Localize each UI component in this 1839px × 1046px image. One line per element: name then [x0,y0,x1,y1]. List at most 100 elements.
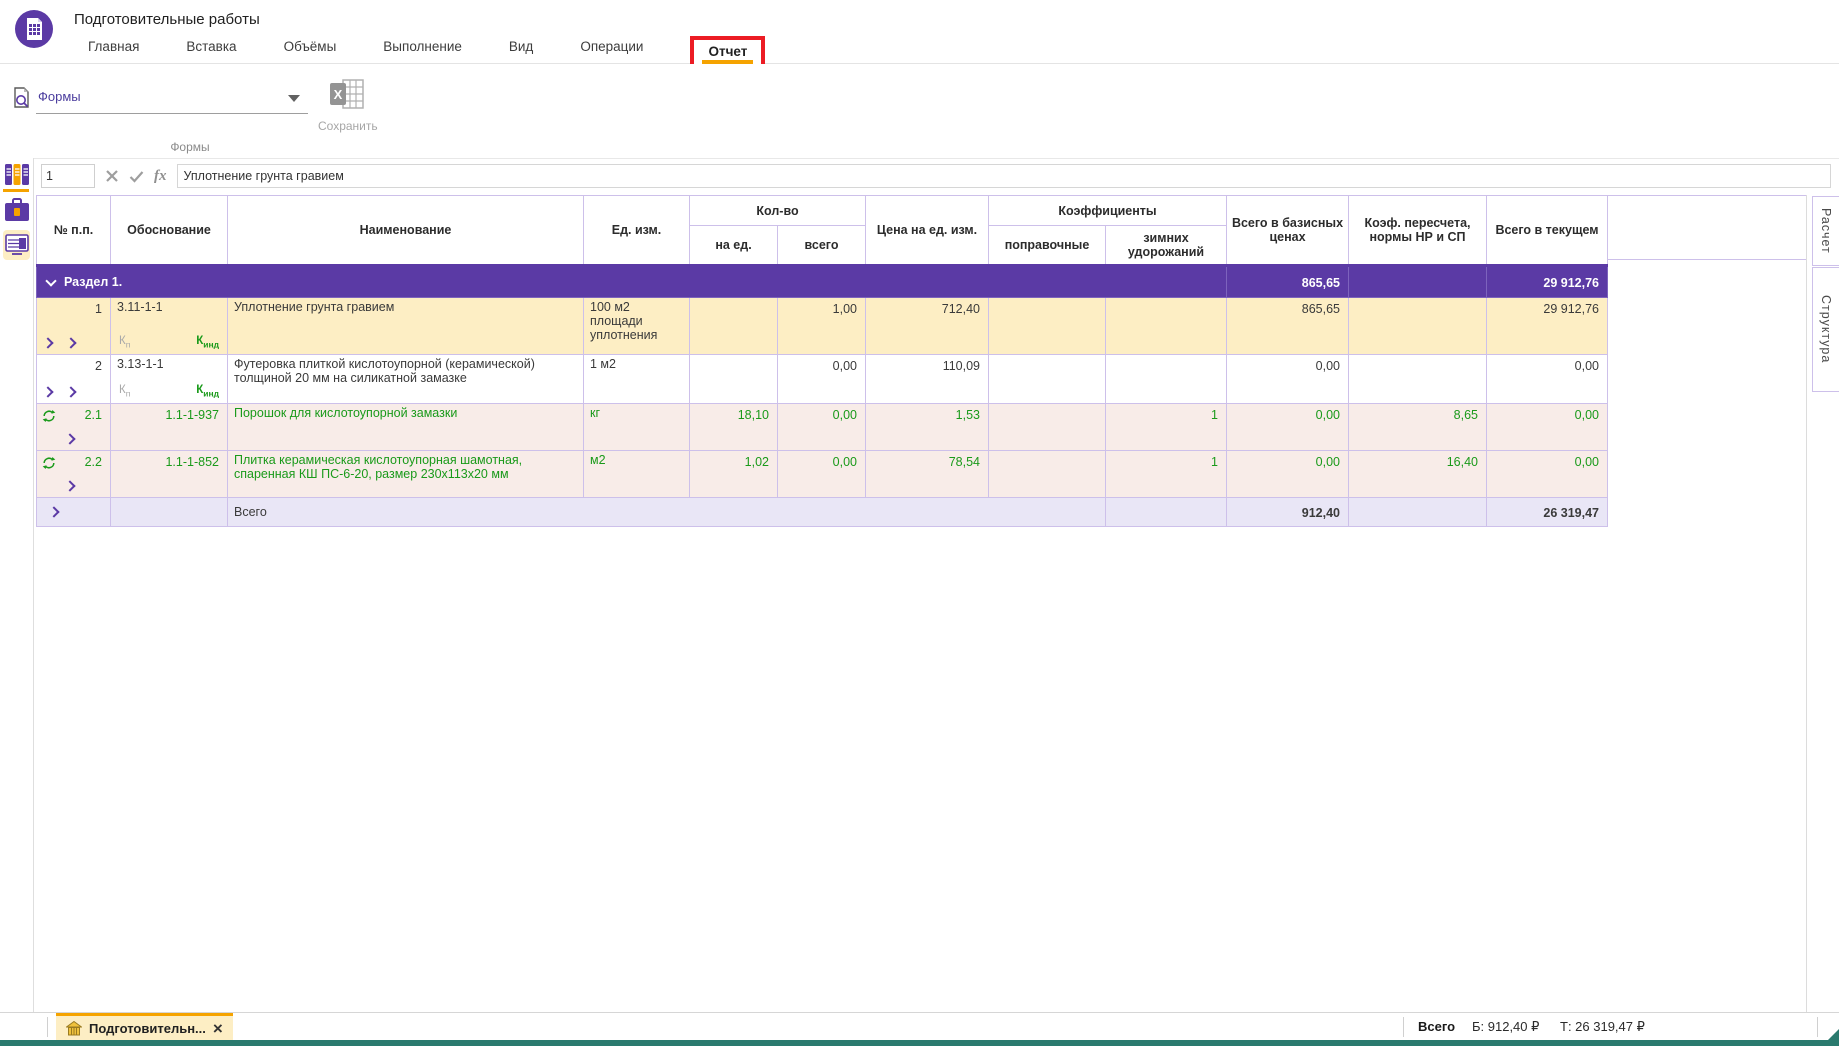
title-bar: Подготовительные работы Главная Вставка … [0,0,1839,64]
total-row[interactable]: Всего 912,40 26 319,47 [37,498,1608,527]
expand-icon[interactable] [42,337,53,348]
row-code: 3.11-1-1 [117,300,221,314]
basis-grand-total: Б: 912,40 ₽ [1472,1019,1539,1035]
forms-dropdown[interactable]: Формы [12,86,308,114]
excel-icon: X [329,78,365,110]
toolbar: Формы X Сохранить Формы [0,64,1839,159]
expand-icon[interactable] [65,337,76,348]
document-title: Подготовительные работы [74,11,260,28]
rail-active-indicator [3,189,29,192]
footer-bar [0,1040,1839,1046]
row-number: 2 [95,359,102,373]
cancel-icon[interactable] [105,169,119,183]
header-empty-extension [1607,195,1807,260]
expand-icon[interactable] [64,480,75,491]
row-number: 2.2 [85,455,102,469]
col-header-qty-group: Кол-во [690,196,866,226]
col-header-qty-total: всего [778,226,866,266]
table-row[interactable]: 2 3.13-1-1 Кп Кинд Футеровка плиткой кис… [37,355,1608,404]
document-tab[interactable]: Подготовительн... × [56,1013,233,1041]
function-icon[interactable]: fx [154,168,167,185]
total-current: 26 319,47 [1487,498,1608,527]
table-row[interactable]: 1 3.11-1-1 Кп Кинд Уплотнение грунта гра… [37,298,1608,355]
briefcase-panel-icon[interactable] [3,198,30,229]
kp-coef-label[interactable]: Кп [119,384,130,398]
document-tab-label: Подготовительн... [89,1021,206,1036]
row-name: Порошок для кислотоупорной замазки [228,404,584,451]
report-view-icon[interactable] [3,230,30,260]
side-tab-structure[interactable]: Структура [1812,267,1839,392]
tab-vstavka[interactable]: Вставка [186,39,236,63]
col-header-basis: Всего в базисных ценах [1227,196,1349,266]
col-header-coef-group: Коэффициенты [989,196,1227,226]
home-icon [66,1021,82,1036]
expand-icon[interactable] [64,433,75,444]
formula-input[interactable]: Уплотнение грунта гравием [177,164,1832,188]
side-tab-calculation[interactable]: Расчет [1812,196,1839,266]
svg-text:X: X [334,87,343,102]
form-preview-icon [12,87,32,109]
col-header-current: Всего в текущем [1487,196,1608,266]
expand-icon[interactable] [42,386,53,397]
resize-corner[interactable] [1828,1029,1839,1040]
row-unit: 100 м2 площади уплотнения [584,298,690,355]
kind-coef-label[interactable]: Кинд [196,335,219,349]
ribbon-tabs: Главная Вставка Объёмы Выполнение Вид Оп… [88,33,765,63]
tab-obyomy[interactable]: Объёмы [284,39,337,63]
confirm-icon[interactable] [129,170,144,183]
formula-bar: 1 fx Уплотнение грунта гравием [33,158,1839,194]
documents-panel-icon[interactable] [3,162,30,192]
forms-dropdown-value: Формы [38,89,81,104]
cell-reference-input[interactable]: 1 [41,164,95,188]
row-unit: м2 [584,451,690,498]
section-label: Раздел 1. [64,275,122,289]
current-grand-total: Т: 26 319,47 ₽ [1560,1019,1645,1035]
col-header-code: Обоснование [111,196,228,266]
status-bar: Подготовительн... × Всего Б: 912,40 ₽ Т:… [0,1012,1839,1041]
close-icon[interactable]: × [213,1020,223,1037]
expand-icon[interactable] [48,506,59,517]
left-panel-rail [0,158,34,1012]
tab-vid[interactable]: Вид [509,39,533,63]
row-number: 2.1 [85,408,102,422]
kind-coef-label[interactable]: Кинд [196,384,219,398]
estimate-table: № п.п. Обоснование Наименование Ед. изм.… [36,195,1608,527]
col-header-unit: Ед. изм. [584,196,690,266]
row-unit: 1 м2 [584,355,690,404]
col-header-recalc: Коэф. пересчета, нормы НР и СП [1349,196,1487,266]
total-label: Всего [228,498,1106,527]
col-header-name: Наименование [228,196,584,266]
col-header-price: Цена на ед. изм. [866,196,989,266]
section-basis-total: 865,65 [1227,266,1349,298]
chevron-down-icon[interactable] [288,95,300,102]
grand-total-label: Всего [1418,1019,1455,1034]
section-row[interactable]: Раздел 1. 865,65 29 912,76 [37,266,1608,298]
tab-vypolnenie[interactable]: Выполнение [383,39,462,63]
tab-glavnaya[interactable]: Главная [88,39,139,63]
row-name: Плитка керамическая кислотоупорная шамот… [228,451,584,498]
row-number: 1 [95,302,102,316]
app-window: Подготовительные работы Главная Вставка … [0,0,1839,1046]
row-name: Футеровка плиткой кислотоупорной (керами… [228,355,584,404]
save-button-label: Сохранить [318,119,376,133]
row-code: 3.13-1-1 [117,357,221,371]
total-basis: 912,40 [1227,498,1349,527]
col-header-coef-corr: поправочные [989,226,1106,266]
tab-operacii[interactable]: Операции [580,39,643,63]
toolbar-group-label: Формы [110,140,270,154]
resource-icon [42,409,56,426]
kp-coef-label[interactable]: Кп [119,335,130,349]
col-header-num: № п.п. [37,196,111,266]
collapse-section-icon[interactable] [45,275,56,286]
row-code: 1.1-1-937 [111,404,228,451]
col-header-qty-per: на ед. [690,226,778,266]
expand-icon[interactable] [65,386,76,397]
resource-row[interactable]: 2.2 1.1-1-852 Плитка керамическая кислот… [37,451,1608,498]
row-unit: кг [584,404,690,451]
resource-row[interactable]: 2.1 1.1-1-937 Порошок для кислотоупорной… [37,404,1608,451]
save-excel-button[interactable]: X Сохранить [318,78,376,140]
app-logo-icon [14,9,54,54]
row-code: 1.1-1-852 [111,451,228,498]
section-current-total: 29 912,76 [1487,266,1608,298]
row-name: Уплотнение грунта гравием [228,298,584,355]
